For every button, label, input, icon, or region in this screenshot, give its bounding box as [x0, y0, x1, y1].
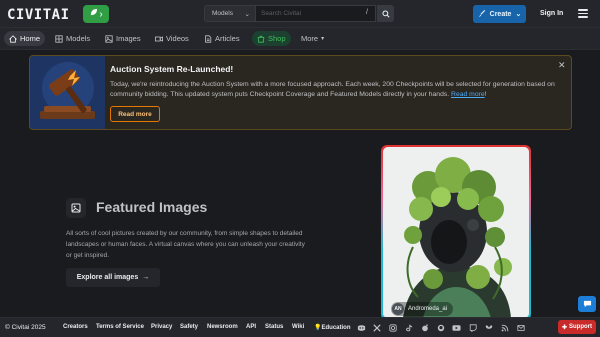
announcement-banner: Auction System Re-Launched! Today, we're… — [29, 55, 572, 130]
banner-text: Today, we're reintroducing the Auction S… — [110, 81, 555, 98]
sign-in-button[interactable]: Sign In — [540, 10, 563, 17]
chevron-down-icon: ⌄ — [515, 11, 522, 18]
search-input[interactable] — [256, 5, 376, 22]
shop-icon — [257, 35, 265, 43]
nav-shop[interactable]: Shop — [252, 31, 291, 46]
article-icon — [205, 34, 212, 43]
auction-gavel-image — [30, 56, 105, 129]
chevron-right-icon: › — [99, 8, 103, 20]
chevron-down-icon: ▾ — [321, 36, 325, 42]
featured-image-card[interactable]: AN Andromeda_ai — [381, 145, 531, 320]
avatar: AN — [392, 303, 404, 315]
leaf-icon — [89, 8, 98, 20]
rss-icon[interactable] — [500, 323, 509, 332]
featured-image: AN Andromeda_ai — [383, 147, 529, 318]
top-header: CIVITAI › Models ⌄ / Create ⌄ Sign In — [0, 0, 600, 28]
footer: © Civitai 2025 Creators Terms of Service… — [0, 317, 600, 337]
footer-copyright: © Civitai 2025 — [5, 324, 46, 331]
twitch-icon[interactable] — [468, 323, 477, 332]
featured-images-description: All sorts of cool pictures created by ou… — [66, 230, 305, 259]
nav-images[interactable]: Images — [100, 31, 146, 46]
chat-icon — [583, 300, 591, 308]
footer-link-safety[interactable]: Safety — [180, 324, 198, 330]
reddit-icon[interactable] — [420, 323, 429, 332]
support-icon: ✚ — [561, 324, 568, 331]
footer-link-education[interactable]: 💡Education — [314, 324, 351, 331]
nav-more[interactable]: More ▾ — [296, 31, 329, 46]
x-twitter-icon[interactable] — [372, 323, 381, 332]
footer-link-api[interactable]: API — [246, 324, 256, 330]
youtube-icon[interactable] — [452, 323, 461, 332]
civitai-logo[interactable]: CIVITAI — [7, 7, 70, 23]
nav-videos[interactable]: Videos — [150, 31, 194, 46]
home-icon — [9, 34, 17, 43]
nav-models[interactable]: Models — [50, 31, 95, 46]
footer-link-privacy[interactable]: Privacy — [151, 324, 172, 330]
explore-all-images-button[interactable]: Explore all images → — [66, 268, 160, 287]
bluesky-icon[interactable] — [484, 323, 493, 332]
close-icon[interactable]: ✕ — [558, 60, 566, 71]
search-button[interactable] — [377, 5, 394, 22]
instagram-icon[interactable] — [388, 323, 397, 332]
photo-icon — [66, 198, 86, 218]
grid-icon — [55, 34, 63, 43]
discord-icon[interactable] — [357, 323, 366, 332]
search-hotkey-hint: / — [366, 9, 368, 16]
featured-images-title: Featured Images — [96, 199, 208, 215]
tiktok-icon[interactable] — [404, 323, 413, 332]
image-author[interactable]: AN Andromeda_ai — [391, 302, 454, 316]
footer-link-newsroom[interactable]: Newsroom — [207, 324, 238, 330]
chat-button[interactable] — [578, 296, 596, 312]
image-icon — [105, 34, 113, 43]
banner-read-more-link[interactable]: Read more — [451, 91, 485, 98]
green-leaf-badge[interactable]: › — [83, 5, 109, 23]
github-icon[interactable] — [436, 323, 445, 332]
footer-link-creators[interactable]: Creators — [63, 324, 88, 330]
search-icon — [381, 9, 390, 18]
chevron-down-icon: ⌄ — [244, 10, 250, 18]
main-nav: Home Models Images Videos Articles Shop … — [0, 28, 600, 50]
footer-link-terms[interactable]: Terms of Service — [96, 324, 144, 330]
mail-icon[interactable] — [516, 323, 525, 332]
nav-home[interactable]: Home — [4, 31, 46, 46]
nav-articles[interactable]: Articles — [199, 31, 245, 46]
video-icon — [155, 35, 163, 42]
arrow-right-icon: → — [142, 274, 150, 281]
search-type-select[interactable]: Models ⌄ — [204, 5, 256, 22]
footer-link-status[interactable]: Status — [265, 324, 283, 330]
create-button[interactable]: Create ⌄ — [473, 5, 526, 23]
read-more-button[interactable]: Read more — [110, 106, 160, 122]
brush-icon — [478, 10, 485, 18]
hamburger-menu-icon[interactable] — [578, 9, 588, 18]
footer-link-wiki[interactable]: Wiki — [292, 324, 304, 330]
support-button[interactable]: ✚ Support — [558, 320, 596, 334]
banner-title: Auction System Re-Launched! — [110, 64, 234, 74]
